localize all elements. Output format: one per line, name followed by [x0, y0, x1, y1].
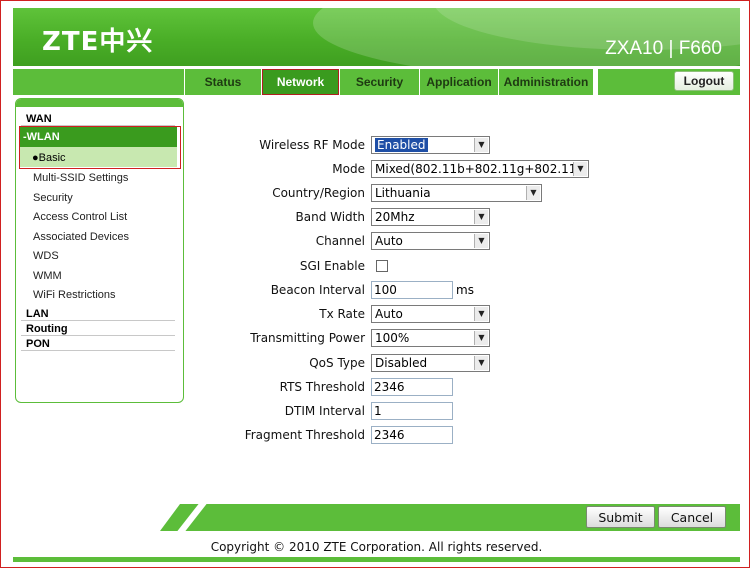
sidebar-menu: WAN -WLAN ●Basic Multi-SSID Settings Sec… [15, 98, 184, 403]
submit-button[interactable]: Submit [586, 506, 655, 528]
bandwidth-select[interactable]: 20Mhz ▼ [371, 208, 490, 226]
row-beacon: Beacon Interval 100 ms [186, 281, 736, 299]
selection-highlight-box [19, 126, 181, 169]
row-rf-mode: Wireless RF Mode Enabled ▼ [186, 136, 736, 154]
row-rts: RTS Threshold 2346 [186, 378, 736, 396]
channel-value: Auto [375, 234, 403, 248]
beacon-input[interactable]: 100 [371, 281, 453, 299]
txrate-label: Tx Rate [319, 307, 365, 321]
mode-value: Mixed(802.11b+802.11g+802.11n [375, 162, 585, 176]
footer-bar [13, 557, 740, 562]
sidebar-item-associated-devices[interactable]: Associated Devices [21, 231, 175, 243]
chevron-down-icon: ▼ [474, 210, 488, 224]
chevron-down-icon: ▼ [474, 307, 488, 321]
rf-mode-label: Wireless RF Mode [259, 138, 365, 152]
row-bandwidth: Band Width 20Mhz ▼ [186, 208, 736, 226]
qos-value: Disabled [375, 356, 428, 370]
sidebar-item-wan[interactable]: WAN [21, 112, 175, 126]
mode-select[interactable]: Mixed(802.11b+802.11g+802.11n ▼ [371, 160, 589, 178]
country-label: Country/Region [272, 186, 365, 200]
sidebar-top-band [16, 99, 183, 107]
nav-tabs: Status Network Security Application Admi… [185, 69, 594, 95]
rf-mode-select[interactable]: Enabled ▼ [371, 136, 490, 154]
row-channel: Channel Auto ▼ [186, 232, 736, 250]
beacon-unit: ms [456, 283, 474, 297]
sidebar-item-access-control-list[interactable]: Access Control List [21, 211, 175, 223]
txpower-label: Transmitting Power [250, 331, 365, 345]
action-bar: Submit Cancel [160, 504, 740, 531]
rts-label: RTS Threshold [279, 380, 365, 394]
mode-label: Mode [332, 162, 365, 176]
row-qos: QoS Type Disabled ▼ [186, 354, 736, 372]
chevron-down-icon: ▼ [474, 356, 488, 370]
copyright-text: Copyright © 2010 ZTE Corporation. All ri… [210, 540, 543, 554]
sgi-label: SGI Enable [299, 259, 365, 273]
tab-administration[interactable]: Administration [499, 69, 593, 95]
top-navigation: Status Network Security Application Admi… [13, 69, 740, 95]
beacon-label: Beacon Interval [270, 283, 365, 297]
logout-button[interactable]: Logout [674, 71, 734, 91]
tab-status[interactable]: Status [185, 69, 261, 95]
row-sgi: SGI Enable [186, 257, 736, 275]
tab-security[interactable]: Security [340, 69, 419, 95]
rts-input[interactable]: 2346 [371, 378, 453, 396]
sidebar-item-wmm[interactable]: WMM [21, 270, 175, 282]
tab-application[interactable]: Application [420, 69, 498, 95]
nav-spacer [13, 69, 184, 95]
row-country: Country/Region Lithuania ▼ [186, 184, 736, 202]
dtim-input[interactable]: 1 [371, 402, 453, 420]
row-dtim: DTIM Interval 1 [186, 402, 736, 420]
country-select[interactable]: Lithuania ▼ [371, 184, 542, 202]
row-fragment: Fragment Threshold 2346 [186, 426, 736, 444]
cancel-button[interactable]: Cancel [658, 506, 726, 528]
sidebar-item-lan[interactable]: LAN [21, 307, 175, 321]
bandwidth-label: Band Width [295, 210, 366, 224]
bandwidth-value: 20Mhz [375, 210, 415, 224]
sidebar-item-multi-ssid[interactable]: Multi-SSID Settings [21, 172, 175, 184]
fragment-label: Fragment Threshold [244, 428, 365, 442]
sidebar-item-pon[interactable]: PON [21, 337, 175, 351]
sgi-checkbox[interactable] [376, 260, 388, 272]
txrate-select[interactable]: Auto ▼ [371, 305, 490, 323]
chevron-down-icon: ▼ [526, 186, 540, 200]
row-mode: Mode Mixed(802.11b+802.11g+802.11n ▼ [186, 160, 736, 178]
chevron-down-icon: ▼ [474, 138, 488, 152]
qos-label: QoS Type [309, 356, 365, 370]
sidebar-item-security[interactable]: Security [21, 192, 175, 204]
header-banner: ZTE中兴 ZXA10 | F660 [13, 8, 740, 66]
sidebar-item-wifi-restrictions[interactable]: WiFi Restrictions [21, 289, 175, 301]
txpower-value: 100% [375, 331, 410, 345]
row-txrate: Tx Rate Auto ▼ [186, 305, 736, 323]
nav-right-area: Logout [598, 69, 740, 95]
dtim-label: DTIM Interval [284, 404, 365, 418]
fragment-input[interactable]: 2346 [371, 426, 453, 444]
chevron-down-icon: ▼ [474, 331, 488, 345]
tab-network[interactable]: Network [262, 69, 339, 95]
channel-label: Channel [315, 234, 365, 248]
row-txpower: Transmitting Power 100% ▼ [186, 329, 736, 347]
sidebar-item-routing[interactable]: Routing [21, 322, 175, 336]
device-model: ZXA10 | F660 [605, 38, 722, 59]
country-value: Lithuania [375, 186, 431, 200]
channel-select[interactable]: Auto ▼ [371, 232, 490, 250]
txrate-value: Auto [375, 307, 403, 321]
chevron-down-icon: ▼ [573, 162, 587, 176]
zte-logo: ZTE中兴 [42, 27, 154, 57]
qos-select[interactable]: Disabled ▼ [371, 354, 490, 372]
sidebar-item-wds[interactable]: WDS [21, 250, 175, 262]
chevron-down-icon: ▼ [474, 234, 488, 248]
txpower-select[interactable]: 100% ▼ [371, 329, 490, 347]
rf-mode-value: Enabled [375, 138, 428, 152]
